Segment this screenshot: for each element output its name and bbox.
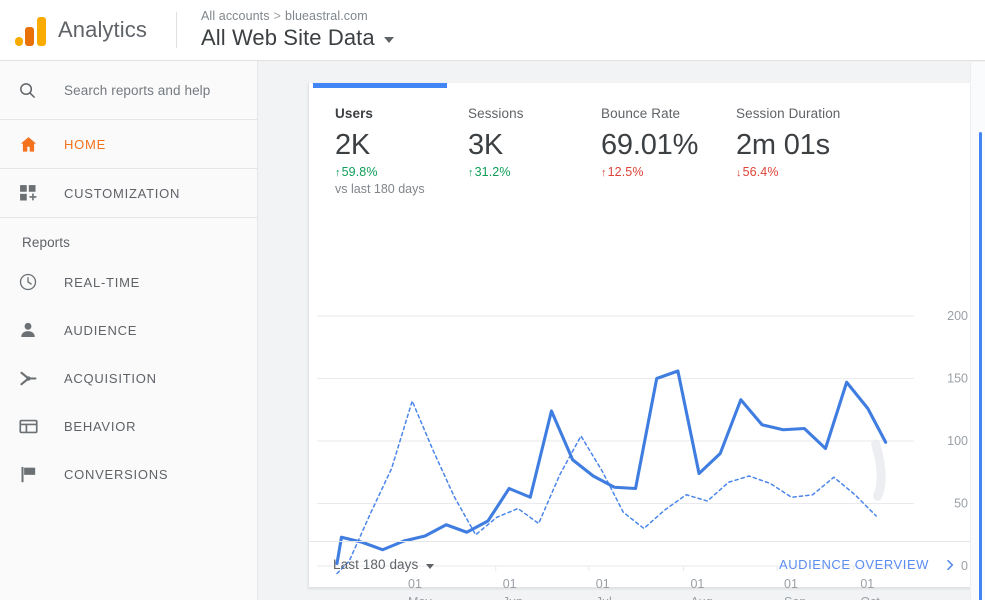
metric-delta: ↑31.2% <box>468 165 601 179</box>
metric-delta-value: 56.4% <box>742 165 779 179</box>
page-scrollbar-thumb[interactable] <box>979 132 982 600</box>
sidebar-item-label: AUDIENCE <box>64 322 138 338</box>
date-range-selector[interactable]: Last 180 days <box>333 557 435 572</box>
metric-delta: ↑12.5% <box>601 165 736 179</box>
search-icon <box>18 81 48 100</box>
metric-tab-session-duration[interactable]: Session Duration 2m 01s ↓56.4% <box>736 106 871 206</box>
sidebar: HOME CUSTOMIZATION Reports <box>0 61 258 600</box>
sidebar-item-label: ACQUISITION <box>64 370 157 386</box>
sidebar-item-label: REAL-TIME <box>64 274 141 290</box>
sidebar-item-label: BEHAVIOR <box>64 418 137 434</box>
arrow-up-icon: ↑ <box>335 167 341 179</box>
chart-y-tick-label: 100 <box>947 434 968 448</box>
behavior-icon <box>18 416 48 437</box>
metric-delta-value: 59.8% <box>341 165 378 179</box>
acquisition-icon <box>18 368 48 389</box>
card-footer: Last 180 days AUDIENCE OVERVIEW <box>309 541 979 587</box>
brand-block[interactable]: Analytics <box>0 14 172 46</box>
home-icon <box>18 134 48 155</box>
chart-endpoint-shadow <box>871 439 886 501</box>
analytics-logo-icon <box>14 14 48 46</box>
view-name: All Web Site Data <box>201 25 375 50</box>
chart-x-tick-month: Oct <box>860 595 880 600</box>
customization-icon <box>18 183 48 203</box>
sidebar-item-conversions[interactable]: CONVERSIONS <box>0 450 257 498</box>
metric-name: Users <box>335 106 374 121</box>
account-selector[interactable]: All accounts > blueastral.com All Web Site… <box>177 9 394 51</box>
metric-comparison: vs last 180 days <box>335 182 425 196</box>
sidebar-item-label: HOME <box>64 136 106 152</box>
chevron-down-icon <box>426 563 435 569</box>
chevron-right-icon <box>943 556 957 574</box>
metric-delta-value: 12.5% <box>607 165 644 179</box>
metric-tab-users[interactable]: Users 2K ↑59.8% vs last 180 days <box>335 106 468 206</box>
chart-line-current <box>335 369 888 566</box>
chevron-down-icon[interactable] <box>383 37 394 43</box>
sidebar-reports-list: REAL-TIME AUDIENCE ACQUISITION BEHAVIOR … <box>0 258 257 498</box>
metric-value: 2m 01s <box>736 129 830 161</box>
metric-tab-sessions[interactable]: Sessions 3K ↑31.2% <box>468 106 601 206</box>
metric-name: Sessions <box>468 106 524 121</box>
metric-value: 69.01% <box>601 129 699 161</box>
breadcrumb-property[interactable]: blueastral.com <box>285 9 368 23</box>
date-range-label: Last 180 days <box>333 557 419 572</box>
sidebar-item-home[interactable]: HOME <box>0 120 257 169</box>
metric-value: 2K <box>335 129 371 161</box>
analytics-home-page: Analytics All accounts > blueastral.com Al… <box>0 0 985 600</box>
breadcrumb: All accounts > blueastral.com <box>201 9 394 23</box>
metric-delta-value: 31.2% <box>474 165 511 179</box>
person-icon <box>18 320 48 340</box>
sidebar-item-audience[interactable]: AUDIENCE <box>0 306 257 354</box>
chart-x-tick-month: Aug <box>690 595 712 600</box>
sidebar-item-real-time[interactable]: REAL-TIME <box>0 258 257 306</box>
app-header: Analytics All accounts > blueastral.com Al… <box>0 0 985 61</box>
sidebar-item-label: CUSTOMIZATION <box>64 185 181 201</box>
metric-name: Session Duration <box>736 106 841 121</box>
arrow-up-icon: ↑ <box>468 167 474 179</box>
chart-y-tick-label: 200 <box>947 309 968 323</box>
clock-icon <box>18 272 48 292</box>
metric-name: Bounce Rate <box>601 106 681 121</box>
search-row[interactable] <box>0 61 257 120</box>
chart-y-tick-label: 50 <box>954 497 968 511</box>
metric-delta: ↓56.4% <box>736 165 871 179</box>
breadcrumb-separator-icon: > <box>273 9 282 23</box>
overview-card: Users 2K ↑59.8% vs last 180 days Session… <box>308 83 979 600</box>
arrow-down-icon: ↓ <box>736 167 742 179</box>
chart-y-axis-labels: 050100150200 <box>947 309 968 573</box>
breadcrumb-account[interactable]: All accounts <box>201 9 270 23</box>
brand-name: Analytics <box>58 17 147 42</box>
chart-x-tick-month: May <box>408 595 432 600</box>
sidebar-section-reports: Reports <box>22 235 70 250</box>
metric-tabs: Users 2K ↑59.8% vs last 180 days Session… <box>309 88 979 206</box>
metric-delta: ↑59.8% <box>335 165 468 179</box>
chart-y-tick-label: 150 <box>947 372 968 386</box>
sidebar-item-acquisition[interactable]: ACQUISITION <box>0 354 257 402</box>
sidebar-item-customization[interactable]: CUSTOMIZATION <box>0 169 257 218</box>
metric-value: 3K <box>468 129 504 161</box>
view-selector[interactable]: All Web Site Data <box>201 25 394 51</box>
page-scrollbar-track[interactable] <box>970 62 985 600</box>
arrow-up-icon: ↑ <box>601 167 607 179</box>
flag-icon <box>18 464 48 485</box>
sidebar-item-behavior[interactable]: BEHAVIOR <box>0 402 257 450</box>
chart-x-tick-month: Jul <box>596 595 612 600</box>
chart-gridlines <box>317 315 914 571</box>
audience-overview-label: AUDIENCE OVERVIEW <box>779 557 929 572</box>
chart-x-tick-month: Jun <box>503 595 523 600</box>
metric-tab-bounce-rate[interactable]: Bounce Rate 69.01% ↑12.5% <box>601 106 736 206</box>
sidebar-item-label: CONVERSIONS <box>64 466 169 482</box>
audience-overview-link[interactable]: AUDIENCE OVERVIEW <box>779 556 957 574</box>
chart-x-tick-month: Sep <box>784 595 806 600</box>
search-input[interactable] <box>48 82 238 98</box>
